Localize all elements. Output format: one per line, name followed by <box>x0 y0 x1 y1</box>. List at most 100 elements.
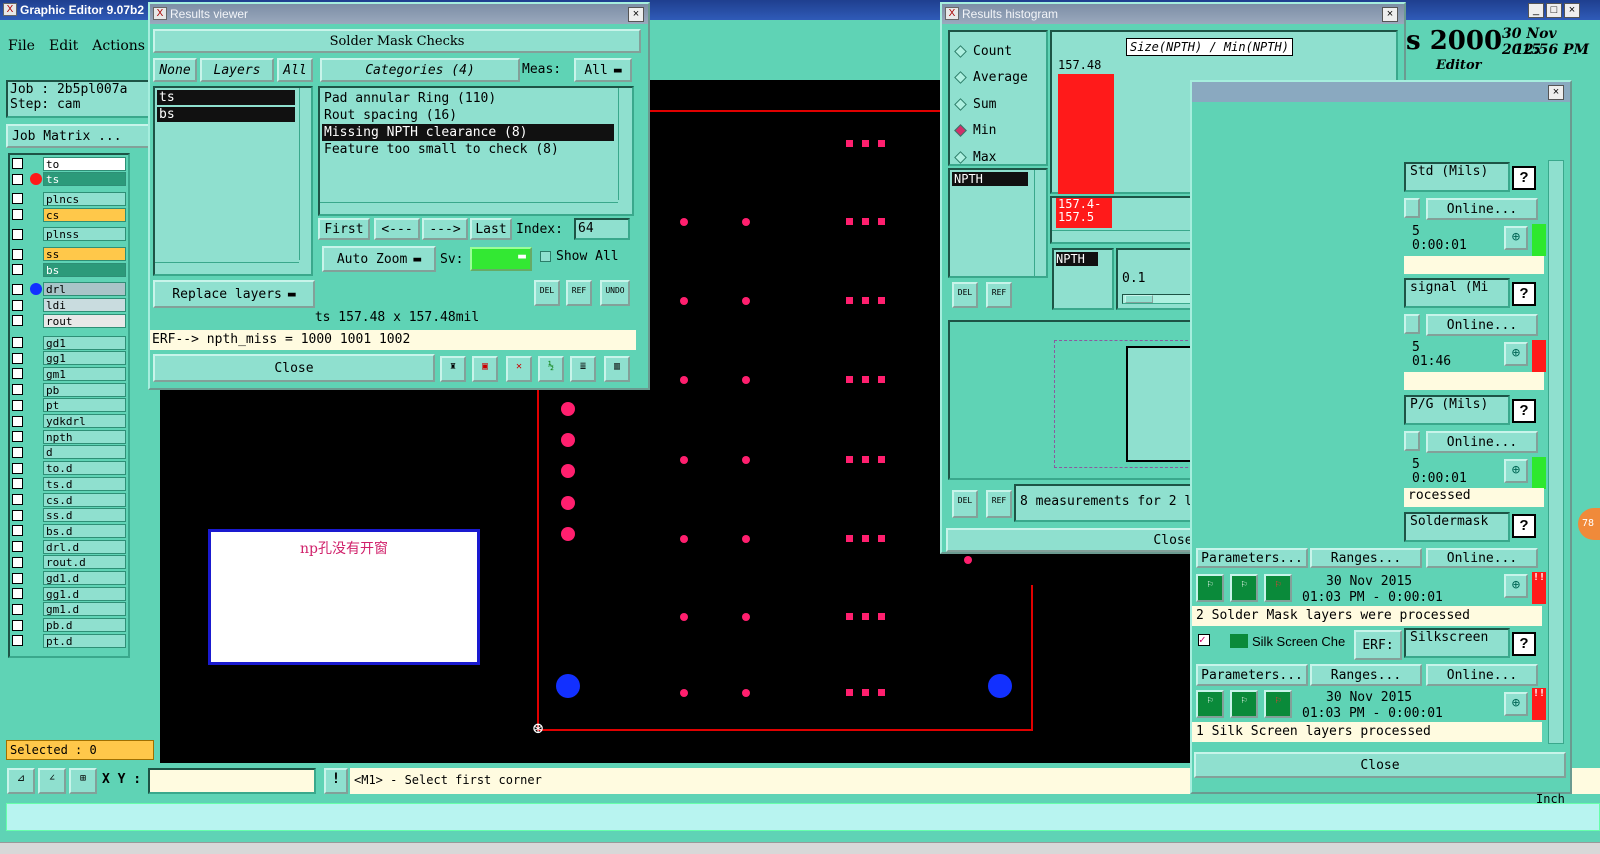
sm-params-button[interactable]: Parameters... <box>1196 548 1308 568</box>
params-button-stub[interactable] <box>1404 198 1420 218</box>
params-button-stub[interactable] <box>1404 431 1420 451</box>
measure-icon[interactable]: ∠ <box>38 768 66 794</box>
mode-radio-average[interactable]: Average <box>954 65 1046 92</box>
layer-checkbox[interactable] <box>12 368 23 380</box>
layer-row-pt-d[interactable]: pt.d <box>10 633 126 648</box>
layer-list-hscrollbar[interactable] <box>155 262 299 274</box>
none-button[interactable]: None <box>153 58 197 82</box>
npth-list2-item[interactable]: NPTH <box>1056 252 1098 266</box>
show-all-checkbox[interactable] <box>540 251 551 262</box>
layer-checkbox[interactable] <box>12 478 23 490</box>
ss-online-button[interactable]: Online... <box>1426 664 1538 686</box>
hist-close-icon[interactable]: × <box>1382 7 1398 22</box>
undo-icon[interactable]: UNDO <box>600 280 630 306</box>
mode-radio-sum[interactable]: Sum <box>954 91 1046 118</box>
layer-checkbox[interactable] <box>12 299 23 311</box>
chart-icon[interactable]: ▥ <box>604 356 630 382</box>
layer-row-ss-d[interactable]: ss.d <box>10 508 126 523</box>
help-button[interactable]: ? <box>1512 399 1536 423</box>
layer-row-gd1[interactable]: gd1 <box>10 335 126 350</box>
silk-field[interactable]: Silkscreen <box>1404 628 1510 658</box>
layer-row-ts-d[interactable]: ts.d <box>10 476 126 491</box>
check-field[interactable]: Std (Mils) <box>1404 162 1510 192</box>
hist-del-icon[interactable]: DEL <box>952 282 978 308</box>
zoom-icon[interactable]: ⊕ <box>1504 226 1528 250</box>
mode-radio-min[interactable]: Min <box>954 118 1046 145</box>
layer-checkbox[interactable] <box>12 541 23 553</box>
layer-row-pb-d[interactable]: pb.d <box>10 618 126 633</box>
layer-row-to-d[interactable]: to.d <box>10 461 126 476</box>
xy-input[interactable] <box>148 768 316 794</box>
del-icon[interactable]: DEL <box>534 280 560 306</box>
help-button[interactable]: ? <box>1512 166 1536 190</box>
help-button[interactable]: ? <box>1512 282 1536 306</box>
zoom-icon[interactable]: ⊕ <box>1504 459 1528 483</box>
layers-button[interactable]: Layers <box>200 58 274 82</box>
category-item-2[interactable]: Missing NPTH clearance (8) <box>322 124 614 141</box>
layer-row-d[interactable]: d <box>10 445 126 460</box>
layer-checkbox[interactable] <box>12 494 23 505</box>
layer-checkbox[interactable] <box>12 283 23 295</box>
checklist-scrollbar[interactable] <box>1548 160 1564 744</box>
layer-checkbox[interactable] <box>12 337 23 348</box>
layer-row-gd1-d[interactable]: gd1.d <box>10 571 126 586</box>
layer-row-pb[interactable]: pb <box>10 382 126 397</box>
ref-icon[interactable]: REF <box>566 280 592 306</box>
categories-button[interactable]: Categories (4) <box>320 58 520 82</box>
npth-list2[interactable]: NPTH <box>1052 248 1114 310</box>
layer-checkbox[interactable] <box>12 193 23 205</box>
hist-ref-icon-2[interactable]: REF <box>986 490 1012 518</box>
online-button[interactable]: Online... <box>1426 431 1538 453</box>
record-icon[interactable]: ▣ <box>472 356 498 382</box>
silk-help-button[interactable]: ? <box>1512 632 1536 656</box>
layer-checkbox[interactable] <box>12 509 23 521</box>
layer-checkbox[interactable] <box>12 572 23 584</box>
layer-checkbox[interactable] <box>12 209 23 221</box>
layer-checkbox[interactable] <box>12 315 23 327</box>
layer-checkbox[interactable] <box>12 619 23 631</box>
soldermask-help-button[interactable]: ? <box>1512 514 1536 538</box>
alert-icon[interactable]: ! <box>324 768 348 794</box>
all-layers-button[interactable]: All <box>277 58 313 82</box>
layer-checkbox[interactable] <box>12 158 23 169</box>
cancel-icon[interactable]: ✕ <box>506 356 532 382</box>
last-button[interactable]: Last <box>470 218 512 240</box>
npth-list[interactable]: NPTH <box>948 168 1048 278</box>
silk-checkbox[interactable]: ✓ <box>1198 634 1210 646</box>
layer-row-gg1[interactable]: gg1 <box>10 351 126 366</box>
notification-badge[interactable]: 78 <box>1578 508 1600 540</box>
layer-checkbox[interactable] <box>12 556 23 568</box>
layer-list-scrollbar[interactable] <box>299 88 311 260</box>
soldermask-field[interactable]: Soldermask <box>1404 512 1510 542</box>
params-button-stub[interactable] <box>1404 314 1420 334</box>
checklist-close-icon[interactable]: × <box>1548 85 1564 100</box>
ss-zoom-icon[interactable]: ⊕ <box>1504 692 1528 716</box>
sm-ranges-button[interactable]: Ranges... <box>1310 548 1422 568</box>
next-button[interactable]: ---> <box>422 218 468 240</box>
rv-close-icon[interactable]: × <box>628 7 644 22</box>
npth-list-scrollbar[interactable] <box>1034 170 1046 276</box>
sm-run-icon-2[interactable]: ⚐ <box>1230 574 1258 602</box>
report-icon[interactable]: ≣ <box>570 356 596 382</box>
layer-row-gm1[interactable]: gm1 <box>10 366 126 381</box>
layer-row-ss[interactable]: ss <box>10 247 126 262</box>
job-matrix-button[interactable]: Job Matrix ... <box>6 124 156 148</box>
layer-checkbox[interactable] <box>12 352 23 364</box>
npth-list-item[interactable]: NPTH <box>952 172 1028 186</box>
hist-del-icon-2[interactable]: DEL <box>952 490 978 518</box>
close-window-button[interactable]: × <box>1564 3 1580 18</box>
ss-run-icon-2[interactable]: ⚐ <box>1230 690 1258 718</box>
layer-checkbox[interactable] <box>12 173 23 185</box>
layer-row-cs[interactable]: cs <box>10 207 126 222</box>
ss-ranges-button[interactable]: Ranges... <box>1310 664 1422 686</box>
menu-file[interactable]: File <box>8 38 35 54</box>
check-field[interactable]: P/G (Mils) <box>1404 395 1510 425</box>
check-field[interactable]: signal (Mi <box>1404 278 1510 308</box>
sv-dropdown[interactable]: ▬ <box>470 247 532 271</box>
layer-checkbox[interactable] <box>12 462 23 474</box>
zoom-icon[interactable]: ⊕ <box>1504 342 1528 366</box>
ss-stop-icon[interactable]: ⚐ <box>1264 690 1292 718</box>
mode-radio-max[interactable]: Max <box>954 144 1046 171</box>
layer-checkbox[interactable] <box>12 588 23 600</box>
category-item-3[interactable]: Feature too small to check (8) <box>322 141 614 158</box>
